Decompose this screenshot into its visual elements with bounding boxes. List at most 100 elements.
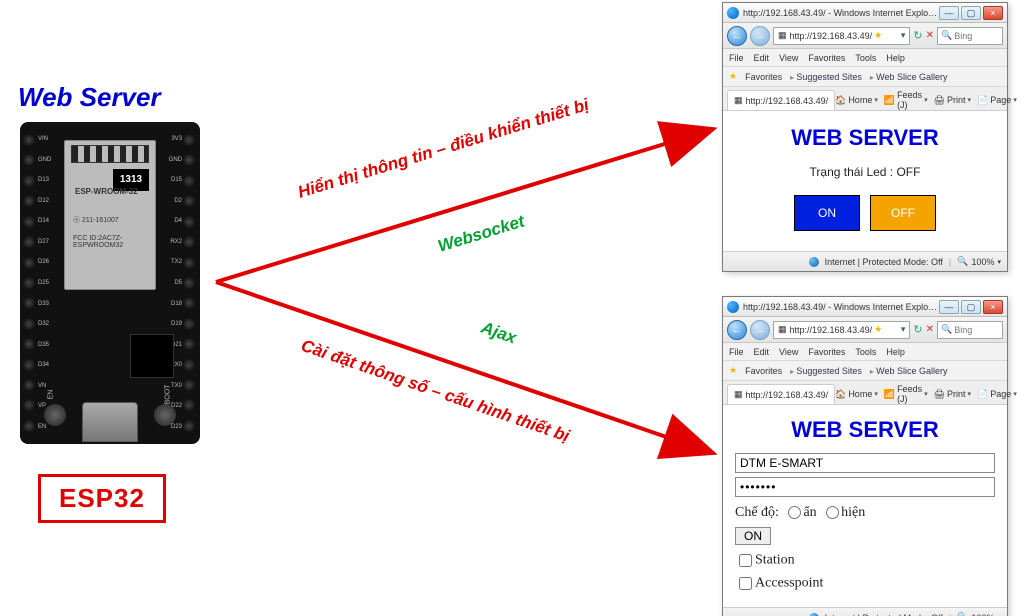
menu-view[interactable]: View [779, 347, 798, 357]
browser-window-config: http://192.168.43.49/ - Windows Internet… [722, 296, 1008, 616]
status-text: Internet | Protected Mode: Off [825, 613, 943, 616]
maximize-button[interactable]: ▢ [961, 300, 981, 314]
browser-tab[interactable]: ▦http://192.168.43.49/ [727, 384, 835, 404]
window-title: http://192.168.43.49/ - Windows Internet… [743, 302, 939, 312]
menu-tools[interactable]: Tools [855, 347, 876, 357]
arrow-bottom-tech: Ajax [478, 317, 521, 347]
close-button[interactable]: × [983, 6, 1003, 20]
menu-help[interactable]: Help [886, 53, 905, 63]
shield-fcc: FCC ID:2AC7Z-ESPWROOM32 [73, 235, 155, 249]
arrow-top-tech: Websocket [436, 211, 528, 256]
forward-button[interactable]: → [750, 320, 770, 340]
toolbar-print[interactable]: 🖨 Print ▾ [934, 389, 971, 400]
internet-zone-icon [809, 613, 819, 616]
toolbar-home[interactable]: 🏠 Home ▾ [835, 95, 878, 106]
toolbar-feeds-j-[interactable]: 📶 Feeds (J) ▾ [884, 384, 928, 404]
page-content-control: WEB SERVER Trạng thái Led : OFF ON OFF [723, 111, 1007, 251]
en-label: EN [47, 390, 54, 400]
zoom-control[interactable]: 🔍100%▾ [957, 612, 1001, 616]
address-dropdown-icon[interactable]: ▾ [901, 30, 906, 41]
search-box[interactable]: 🔍 Bing [937, 27, 1003, 45]
favorites-star-icon: ★ [729, 365, 737, 376]
accesspoint-checkbox[interactable] [739, 577, 752, 590]
back-button[interactable]: ← [727, 320, 747, 340]
browser-window-control: http://192.168.43.49/ - Windows Internet… [722, 2, 1008, 272]
led-off-button[interactable]: OFF [870, 195, 936, 231]
fav-web-slice[interactable]: Web Slice Gallery [870, 366, 948, 376]
search-icon: 🔍 [941, 324, 952, 335]
stop-button[interactable]: ✕ [926, 324, 934, 335]
tabbar: ▦http://192.168.43.49/ 🏠 Home ▾ 📶 Feeds (… [723, 87, 1007, 111]
submit-on-button[interactable]: ON [735, 527, 771, 545]
menubar: File Edit View Favorites Tools Help [723, 343, 1007, 361]
address-bar[interactable]: ▦ http://192.168.43.49/ ★ ▾ [773, 27, 910, 45]
toolbar-print[interactable]: 🖨 Print ▾ [934, 95, 971, 106]
menu-edit[interactable]: Edit [754, 53, 770, 63]
shield-model: ESP-WROOM-32 [75, 187, 138, 196]
window-title: http://192.168.43.49/ - Windows Internet… [743, 8, 939, 18]
reload-button[interactable]: ↻ [913, 323, 922, 336]
zoom-control[interactable]: 🔍100%▾ [957, 256, 1001, 267]
boot-label: BOOT [165, 385, 172, 405]
menu-favorites[interactable]: Favorites [808, 53, 845, 63]
page-content-config: WEB SERVER Chế độ: ẩn hiện ON Station Ac… [723, 405, 1007, 607]
radio-visible[interactable] [826, 506, 839, 519]
station-checkbox[interactable] [739, 554, 752, 567]
fav-web-slice[interactable]: Web Slice Gallery [870, 72, 948, 82]
menu-tools[interactable]: Tools [855, 53, 876, 63]
toolbar-home[interactable]: 🏠 Home ▾ [835, 389, 878, 400]
address-bar[interactable]: ▦ http://192.168.43.49/ ★ ▾ [773, 321, 910, 339]
navbar: ← → ▦ http://192.168.43.49/ ★ ▾ ↻ ✕ 🔍 Bi… [723, 23, 1007, 49]
menu-file[interactable]: File [729, 347, 744, 357]
fav-suggested-sites[interactable]: Suggested Sites [790, 366, 862, 376]
toolbar-page[interactable]: 📄 Page ▾ [977, 95, 1017, 106]
search-box[interactable]: 🔍 Bing [937, 321, 1003, 339]
close-button[interactable]: × [983, 300, 1003, 314]
menu-favorites[interactable]: Favorites [808, 347, 845, 357]
browser-tab[interactable]: ▦http://192.168.43.49/ [727, 90, 835, 110]
favorite-star-icon[interactable]: ★ [874, 324, 882, 335]
favorites-label[interactable]: Favorites [745, 72, 782, 82]
favorites-star-icon: ★ [729, 71, 737, 82]
favorites-bar: ★ Favorites Suggested Sites Web Slice Ga… [723, 67, 1007, 87]
esp32-name-box: ESP32 [38, 474, 166, 523]
stop-button[interactable]: ✕ [926, 30, 934, 41]
titlebar: http://192.168.43.49/ - Windows Internet… [723, 297, 1007, 317]
toolbar-page[interactable]: 📄 Page ▾ [977, 389, 1017, 400]
minimize-button[interactable]: — [939, 300, 959, 314]
en-button [44, 404, 66, 426]
ssid-input[interactable] [735, 453, 995, 473]
page-icon: ▦ [778, 30, 787, 41]
reload-button[interactable]: ↻ [913, 29, 922, 42]
boot-button [154, 404, 176, 426]
ie-icon [727, 7, 739, 19]
menu-help[interactable]: Help [886, 347, 905, 357]
menu-view[interactable]: View [779, 53, 798, 63]
password-input[interactable] [735, 477, 995, 497]
maximize-button[interactable]: ▢ [961, 6, 981, 20]
favorites-label[interactable]: Favorites [745, 366, 782, 376]
titlebar: http://192.168.43.49/ - Windows Internet… [723, 3, 1007, 23]
fav-suggested-sites[interactable]: Suggested Sites [790, 72, 862, 82]
toolbar-feeds-j-[interactable]: 📶 Feeds (J) ▾ [884, 90, 928, 110]
minimize-button[interactable]: — [939, 6, 959, 20]
mode-row: Chế độ: ẩn hiện [735, 505, 995, 521]
esp32-chip [130, 334, 174, 378]
led-on-button[interactable]: ON [794, 195, 860, 231]
page-icon: ▦ [778, 324, 787, 335]
statusbar: Internet | Protected Mode: Off | 🔍100%▾ [723, 251, 1007, 271]
statusbar: Internet | Protected Mode: Off | 🔍100%▾ [723, 607, 1007, 616]
search-icon: 🔍 [941, 30, 952, 41]
internet-zone-icon [809, 257, 819, 267]
back-button[interactable]: ← [727, 26, 747, 46]
menu-edit[interactable]: Edit [754, 347, 770, 357]
radio-hidden[interactable] [788, 506, 801, 519]
menu-file[interactable]: File [729, 53, 744, 63]
arrow-top-label: Hiển thị thông tin – điều khiển thiết bị [296, 95, 593, 202]
tab-page-icon: ▦ [734, 389, 743, 400]
ie-icon [727, 301, 739, 313]
address-dropdown-icon[interactable]: ▾ [901, 324, 906, 335]
shield-cert: ⓔ 211-161007 [73, 215, 119, 225]
forward-button[interactable]: → [750, 26, 770, 46]
favorite-star-icon[interactable]: ★ [874, 30, 882, 41]
